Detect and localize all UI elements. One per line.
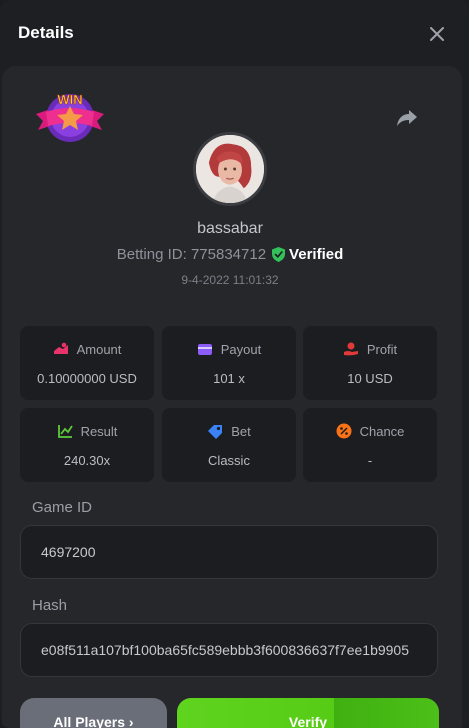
close-button[interactable] [427, 24, 447, 44]
amount-label: Amount [76, 341, 122, 357]
chance-card: Chance - [303, 408, 437, 482]
all-players-button[interactable]: All Players › [20, 698, 167, 728]
result-icon [57, 425, 73, 438]
amount-icon [53, 342, 68, 354]
payout-value: 101 x [213, 371, 245, 386]
profit-label: Profit [366, 341, 398, 357]
close-icon [430, 27, 444, 41]
game-id-field[interactable]: 4697200 [20, 525, 438, 579]
details-modal: Details WIN bassabar Betting ID: 7758347… [0, 0, 469, 728]
chance-label: Chance [359, 423, 405, 439]
chance-value: - [367, 453, 373, 468]
bet-label: Bet [231, 423, 251, 439]
bet-card: Bet Classic [162, 408, 296, 482]
amount-card: Amount 0.10000000 USD [20, 326, 154, 400]
game-id-label: Game ID [32, 499, 93, 516]
win-badge-icon: WIN [36, 92, 104, 142]
modal-header: Details [0, 0, 469, 66]
game-id-value: 4697200 [41, 544, 96, 560]
hash-label: Hash [32, 597, 68, 614]
payout-card: Payout 101 x [162, 326, 296, 400]
username: bassabar [197, 220, 263, 237]
payout-icon [197, 344, 212, 355]
result-label: Result [80, 423, 118, 439]
verified-label: Verified [289, 246, 344, 263]
hash-value: e08f511a107bf100ba65fc589ebbb3f600836637… [41, 642, 409, 658]
betting-id: Betting ID: 775834712 [116, 246, 267, 263]
verify-button[interactable]: Verify [177, 698, 439, 728]
avatar [193, 132, 267, 206]
profit-value: 10 USD [347, 371, 393, 386]
avatar-image [196, 135, 264, 203]
verified-badge: Verified [272, 246, 343, 263]
amount-value: 0.10000000 USD [37, 371, 137, 386]
shield-check-icon [272, 247, 286, 262]
betting-id-row: Betting ID: 775834712 Verified [0, 246, 460, 263]
profit-icon [343, 342, 358, 356]
win-badge-text: WIN [57, 92, 82, 107]
payout-label: Payout [220, 341, 262, 357]
bet-value: Classic [208, 453, 250, 468]
bet-datetime: 9-4-2022 11:01:32 [181, 273, 279, 287]
result-card: Result 240.30x [20, 408, 154, 482]
tag-icon [208, 425, 223, 439]
modal-title: Details [18, 23, 74, 42]
profit-card: Profit 10 USD [303, 326, 437, 400]
result-value: 240.30x [63, 453, 111, 468]
percent-icon [336, 423, 352, 439]
hash-field[interactable]: e08f511a107bf100ba65fc589ebbb3f600836637… [20, 623, 438, 677]
share-icon[interactable] [396, 106, 418, 128]
